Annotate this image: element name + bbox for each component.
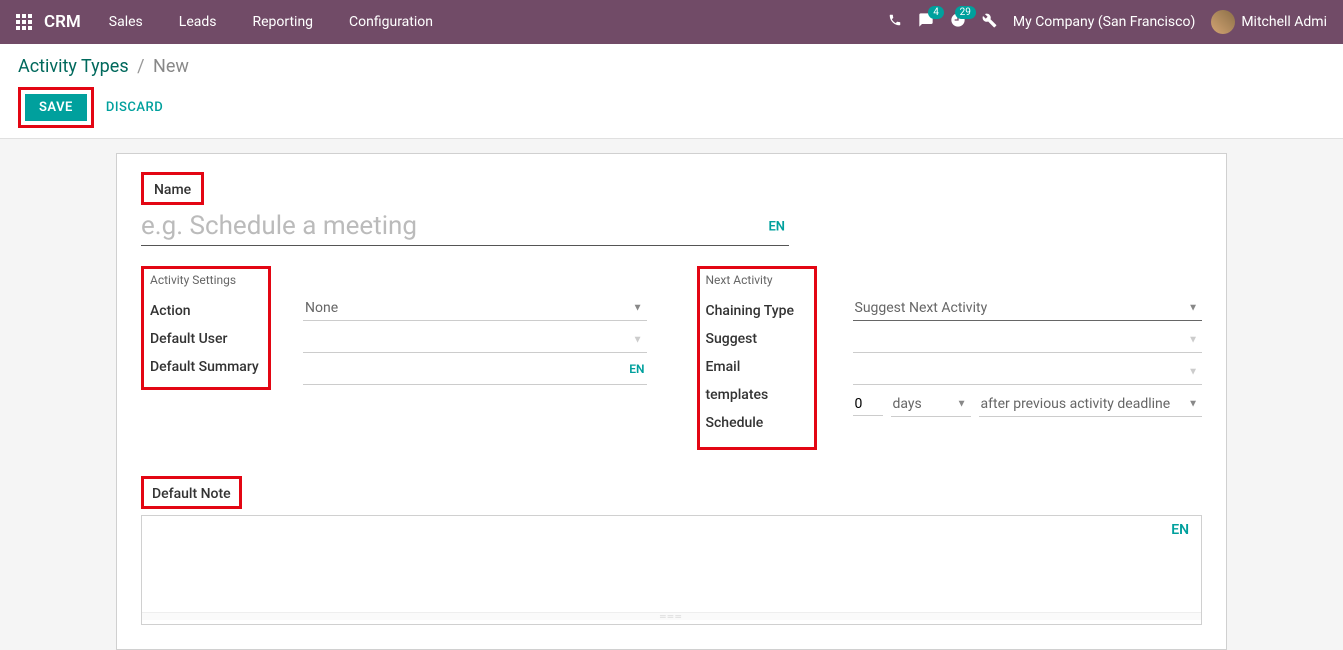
breadcrumb: Activity Types / New	[18, 56, 1325, 77]
messages-badge: 4	[928, 6, 944, 19]
nav-link-configuration[interactable]: Configuration	[349, 14, 433, 30]
tools-icon[interactable]	[982, 13, 997, 32]
next-activity-title: Next Activity	[706, 273, 806, 287]
default-summary-label: Default Summary	[150, 353, 262, 381]
lang-badge-name[interactable]: EN	[768, 219, 785, 234]
breadcrumb-current: New	[153, 56, 189, 77]
right-column: Next Activity Chaining Type Suggest Emai…	[697, 266, 1203, 450]
schedule-label: Schedule	[706, 409, 806, 437]
breadcrumb-parent[interactable]: Activity Types	[18, 56, 129, 77]
default-note-editor[interactable]: EN ═══	[141, 515, 1202, 625]
avatar	[1211, 10, 1235, 34]
navbar-right: 4 29 My Company (San Francisco) Mitchell…	[888, 10, 1327, 34]
chaining-type-select[interactable]	[853, 296, 1203, 321]
default-user-label: Default User	[150, 325, 262, 353]
breadcrumb-separator: /	[137, 56, 144, 77]
action-select[interactable]	[303, 296, 647, 321]
suggest-select[interactable]	[853, 328, 1203, 353]
resize-handle[interactable]: ═══	[142, 612, 1201, 620]
main-navbar: CRM Sales Leads Reporting Configuration …	[0, 0, 1343, 44]
navbar-left: CRM Sales Leads Reporting Configuration	[16, 12, 457, 32]
lang-badge-note[interactable]: EN	[1171, 522, 1189, 538]
schedule-after-select[interactable]	[979, 392, 1203, 417]
email-templates-select[interactable]	[853, 360, 1203, 385]
email-templates-label: Email templates	[706, 353, 806, 409]
messages-icon[interactable]: 4	[918, 12, 934, 32]
name-label: Name	[154, 182, 191, 198]
default-note-section: Default Note EN ═══	[141, 476, 1202, 625]
left-column: Activity Settings Action Default User De…	[141, 266, 647, 450]
app-title[interactable]: CRM	[44, 12, 81, 32]
phone-icon[interactable]	[888, 13, 902, 31]
name-field: Name EN	[141, 172, 1202, 246]
save-button[interactable]: SAVE	[25, 94, 87, 121]
default-summary-input[interactable]	[303, 360, 647, 385]
user-name: Mitchell Admi	[1241, 14, 1327, 30]
suggest-label: Suggest	[706, 325, 806, 353]
default-note-label: Default Note	[152, 486, 231, 502]
nav-link-sales[interactable]: Sales	[109, 14, 143, 30]
name-input[interactable]	[141, 207, 789, 246]
activities-badge: 29	[955, 6, 976, 19]
schedule-number-input[interactable]	[853, 393, 883, 416]
form-area: Name EN Activity Settings Action Default…	[0, 139, 1343, 650]
form-sheet: Name EN Activity Settings Action Default…	[116, 153, 1227, 650]
schedule-unit-select[interactable]	[891, 392, 971, 417]
clock-icon[interactable]: 29	[950, 12, 966, 32]
apps-icon[interactable]	[16, 14, 32, 30]
company-selector[interactable]: My Company (San Francisco)	[1013, 14, 1195, 30]
nav-link-reporting[interactable]: Reporting	[252, 14, 313, 30]
activity-settings-title: Activity Settings	[150, 273, 262, 287]
control-panel: Activity Types / New SAVE DISCARD	[0, 44, 1343, 139]
form-columns: Activity Settings Action Default User De…	[141, 266, 1202, 450]
chaining-type-label: Chaining Type	[706, 297, 806, 325]
action-label: Action	[150, 297, 262, 325]
user-menu[interactable]: Mitchell Admi	[1211, 10, 1327, 34]
discard-button[interactable]: DISCARD	[102, 94, 167, 121]
default-user-select[interactable]	[303, 328, 647, 353]
lang-badge-summary[interactable]: EN	[629, 362, 644, 376]
nav-link-leads[interactable]: Leads	[179, 14, 217, 30]
action-buttons: SAVE DISCARD	[18, 87, 1325, 128]
